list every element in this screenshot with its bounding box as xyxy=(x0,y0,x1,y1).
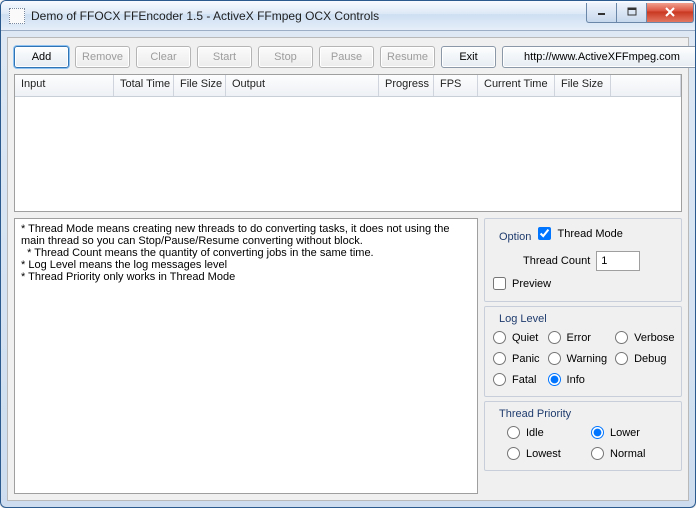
loglevel-warning[interactable]: Warning xyxy=(548,352,608,365)
loglevel-verbose[interactable]: Verbose xyxy=(615,331,674,344)
column-header[interactable]: Input xyxy=(15,75,114,96)
add-button[interactable]: Add xyxy=(14,46,69,68)
window-title: Demo of FFOCX FFEncoder 1.5 - ActiveX FF… xyxy=(31,9,586,23)
priority-normal[interactable]: Normal xyxy=(591,447,667,460)
priority-lower[interactable]: Lower xyxy=(591,426,667,439)
exit-button[interactable]: Exit xyxy=(441,46,496,68)
client-area: Add Remove Clear Start Stop Pause Resume… xyxy=(7,37,689,501)
list-header: InputTotal TimeFile SizeOutputProgressFP… xyxy=(15,75,681,97)
loglevel-group: Log Level Quiet Error Verbose Panic Warning D… xyxy=(484,306,682,397)
minimize-button[interactable] xyxy=(586,3,616,23)
priority-legend: Thread Priority xyxy=(495,408,575,420)
resume-button: Resume xyxy=(380,46,435,68)
toolbar: Add Remove Clear Start Stop Pause Resume… xyxy=(12,42,684,72)
thread-count-input[interactable] xyxy=(596,251,640,271)
priority-lowest[interactable]: Lowest xyxy=(507,447,583,460)
log-textarea[interactable]: * Thread Mode means creating new threads… xyxy=(14,218,478,494)
option-legend: Option xyxy=(495,231,535,243)
app-icon xyxy=(9,8,25,24)
bottom-panel: * Thread Mode means creating new threads… xyxy=(12,218,684,494)
thread-mode-label: Thread Mode xyxy=(557,228,622,240)
column-header-spacer xyxy=(611,75,681,96)
options-panel: Option Thread Mode Thread Count Preview xyxy=(484,218,682,494)
loglevel-debug[interactable]: Debug xyxy=(615,352,674,365)
clear-button: Clear xyxy=(136,46,191,68)
loglevel-error[interactable]: Error xyxy=(548,331,608,344)
column-header[interactable]: Progress xyxy=(379,75,434,96)
thread-mode-checkbox[interactable]: Thread Mode xyxy=(538,227,622,240)
pause-button: Pause xyxy=(319,46,374,68)
column-header[interactable]: Output xyxy=(226,75,379,96)
preview-input[interactable] xyxy=(493,277,506,290)
window: Demo of FFOCX FFEncoder 1.5 - ActiveX FF… xyxy=(0,0,696,508)
preview-checkbox[interactable]: Preview xyxy=(493,277,551,290)
column-header[interactable]: File Size xyxy=(555,75,611,96)
window-controls xyxy=(586,3,694,23)
thread-count-label: Thread Count xyxy=(523,255,590,267)
thread-mode-input[interactable] xyxy=(538,227,551,240)
remove-button: Remove xyxy=(75,46,130,68)
preview-label: Preview xyxy=(512,278,551,290)
priority-idle[interactable]: Idle xyxy=(507,426,583,439)
stop-button: Stop xyxy=(258,46,313,68)
column-header[interactable]: FPS xyxy=(434,75,478,96)
option-group: Option Thread Mode Thread Count Preview xyxy=(484,218,682,302)
start-button: Start xyxy=(197,46,252,68)
list-body xyxy=(15,97,681,211)
loglevel-quiet[interactable]: Quiet xyxy=(493,331,540,344)
column-header[interactable]: Current Time xyxy=(478,75,555,96)
column-header[interactable]: Total Time xyxy=(114,75,174,96)
loglevel-fatal[interactable]: Fatal xyxy=(493,373,540,386)
file-list[interactable]: InputTotal TimeFile SizeOutputProgressFP… xyxy=(14,74,682,212)
loglevel-panic[interactable]: Panic xyxy=(493,352,540,365)
loglevel-info[interactable]: Info xyxy=(548,373,608,386)
column-header[interactable]: File Size xyxy=(174,75,226,96)
maximize-button[interactable] xyxy=(616,3,646,23)
titlebar[interactable]: Demo of FFOCX FFEncoder 1.5 - ActiveX FF… xyxy=(1,1,695,31)
close-button[interactable] xyxy=(646,3,694,23)
url-button[interactable]: http://www.ActiveXFFmpeg.com xyxy=(502,46,696,68)
loglevel-legend: Log Level xyxy=(495,313,551,325)
priority-group: Thread Priority Idle Lower Lowest Normal xyxy=(484,401,682,471)
